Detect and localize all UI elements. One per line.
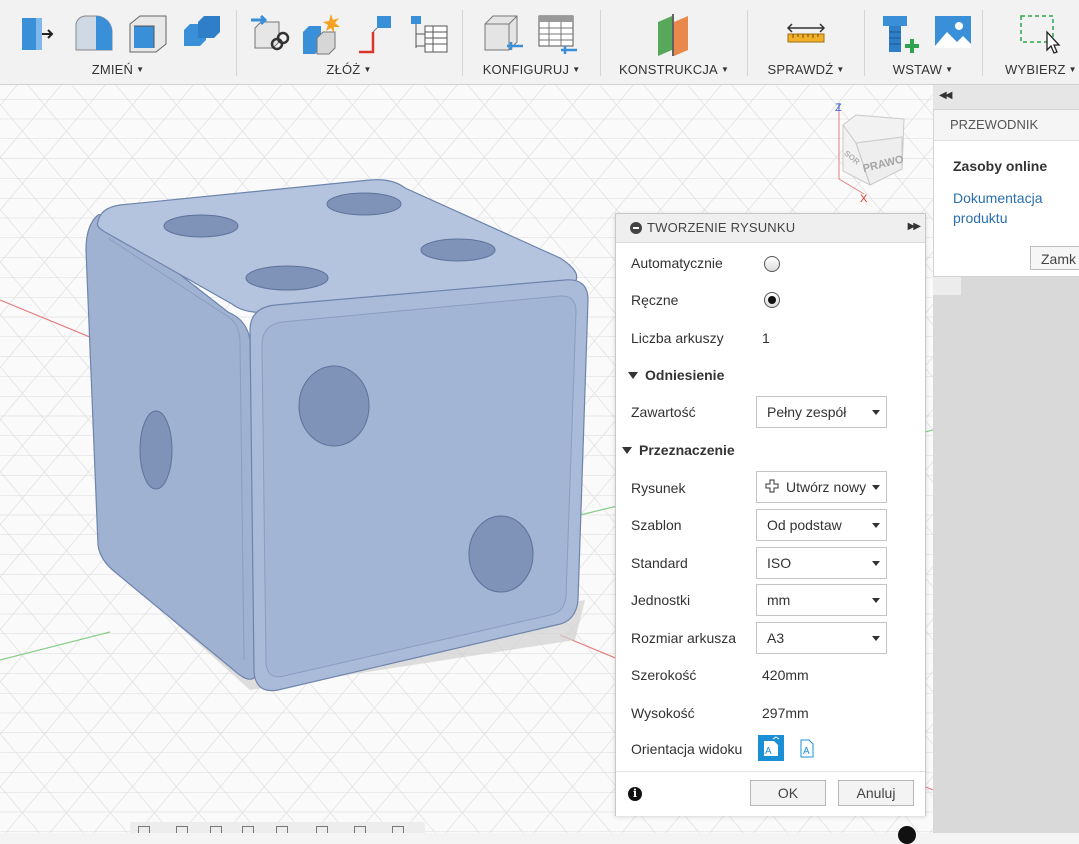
expand-dialog-icon[interactable]: ▶▶ bbox=[908, 221, 921, 232]
auto-label: Automatycznie bbox=[631, 255, 723, 271]
height-value: 297mm bbox=[762, 705, 809, 721]
guide-collapse-bar: ◀◀ bbox=[933, 85, 1079, 109]
select-group: WYBIERZ ▼ bbox=[983, 0, 1079, 84]
manual-label: Ręczne bbox=[631, 292, 679, 308]
contents-label: Zawartość bbox=[631, 404, 696, 420]
guide-title: Zasoby online bbox=[953, 158, 1048, 174]
orientation-landscape-button[interactable]: A bbox=[758, 735, 784, 761]
inspect-group: SPRAWDŹ ▼ bbox=[748, 0, 864, 84]
svg-text:A: A bbox=[765, 746, 772, 757]
portrait-page-icon: A bbox=[800, 739, 814, 758]
svg-text:A: A bbox=[803, 746, 810, 757]
units-label: Jednostki bbox=[631, 592, 691, 608]
insert-group: WSTAW ▼ bbox=[865, 0, 981, 84]
standard-label: Standard bbox=[631, 555, 688, 571]
chevron-down-icon bbox=[872, 485, 880, 490]
insert-mesh-icon[interactable] bbox=[879, 12, 923, 56]
drawing-label: Rysunek bbox=[631, 480, 686, 496]
joint-icon[interactable] bbox=[247, 12, 291, 56]
collapse-left-icon[interactable]: ◀◀ bbox=[939, 90, 952, 101]
insert-menu[interactable]: WSTAW ▼ bbox=[865, 62, 981, 77]
configuration-table-icon[interactable] bbox=[535, 12, 579, 56]
dialog-title: TWORZENIE RYSUNKU bbox=[647, 220, 796, 235]
display-settings-icon[interactable] bbox=[316, 826, 328, 833]
configure-body-icon[interactable] bbox=[481, 12, 525, 56]
construct-group: KONSTRUKCJA ▼ bbox=[601, 0, 747, 84]
side-panel-background bbox=[933, 277, 1079, 833]
chevron-down-icon bbox=[872, 561, 880, 566]
fit-icon[interactable] bbox=[276, 826, 288, 833]
viewcube-z-label: Z bbox=[835, 102, 842, 114]
documentation-link[interactable]: Dokumentacja produktu bbox=[953, 188, 1073, 228]
viewports-icon[interactable] bbox=[392, 826, 404, 833]
sheet-size-dropdown[interactable]: A3 bbox=[756, 622, 887, 654]
drawing-dropdown[interactable]: Utwórz nowy bbox=[756, 471, 887, 503]
width-label: Szerokość bbox=[631, 667, 697, 683]
as-built-joint-icon[interactable] bbox=[299, 12, 343, 56]
zoom-icon[interactable] bbox=[242, 826, 254, 833]
chevron-down-icon bbox=[872, 598, 880, 603]
units-dropdown[interactable]: mm bbox=[756, 584, 887, 616]
ok-button[interactable]: OK bbox=[750, 780, 826, 806]
status-indicator-icon bbox=[898, 826, 916, 844]
modify-menu[interactable]: ZMIEŃ ▼ bbox=[0, 62, 236, 77]
navigation-bar bbox=[130, 822, 425, 833]
assemble-group: ZŁÓŻ ▼ bbox=[237, 0, 461, 84]
collapse-triangle-icon bbox=[628, 372, 638, 379]
select-icon[interactable] bbox=[1017, 12, 1061, 56]
insert-image-icon[interactable] bbox=[931, 12, 975, 56]
orientation-label: Orientacja widoku bbox=[631, 741, 743, 757]
construction-plane-icon[interactable] bbox=[652, 12, 696, 56]
guide-panel: PRZEWODNIK Zasoby online Dokumentacja pr… bbox=[933, 109, 1079, 277]
contents-dropdown[interactable]: Pełny zespół bbox=[756, 396, 887, 428]
combine-icon[interactable] bbox=[180, 12, 224, 56]
dialog-header: TWORZENIE RYSUNKU ▶▶ bbox=[616, 214, 925, 243]
sheet-size-label: Rozmiar arkusza bbox=[631, 630, 737, 646]
toolbar: ZMIEŃ ▼ ZŁÓŻ ▼ KONFIGURUJ ▼ KONSTRUKCJA … bbox=[0, 0, 1079, 85]
press-pull-icon[interactable] bbox=[16, 12, 60, 56]
width-value: 420mm bbox=[762, 667, 809, 683]
measure-icon[interactable] bbox=[784, 12, 828, 56]
fillet-icon[interactable] bbox=[72, 12, 116, 56]
orbit-icon[interactable] bbox=[138, 826, 150, 833]
orientation-portrait-button[interactable]: A bbox=[794, 735, 820, 761]
chevron-down-icon bbox=[872, 636, 880, 641]
destination-section[interactable]: Przeznaczenie bbox=[622, 442, 735, 458]
pan-icon[interactable] bbox=[210, 826, 222, 833]
standard-dropdown[interactable]: ISO bbox=[756, 547, 887, 579]
inspect-menu[interactable]: SPRAWDŹ ▼ bbox=[748, 62, 864, 77]
cancel-button[interactable]: Anuluj bbox=[838, 780, 914, 806]
construct-menu[interactable]: KONSTRUKCJA ▼ bbox=[601, 62, 747, 77]
info-icon[interactable]: i bbox=[628, 787, 642, 801]
landscape-page-icon: A bbox=[764, 736, 780, 757]
viewcube-x-label: X bbox=[860, 193, 868, 205]
view-cube[interactable]: Z X PRAWO SOR bbox=[826, 99, 910, 207]
template-label: Szablon bbox=[631, 517, 682, 533]
template-dropdown[interactable]: Od podstaw bbox=[756, 509, 887, 541]
reference-section[interactable]: Odniesienie bbox=[628, 367, 724, 383]
sheets-value: 1 bbox=[762, 330, 770, 346]
grid-settings-icon[interactable] bbox=[354, 826, 366, 833]
select-menu[interactable]: WYBIERZ ▼ bbox=[1005, 62, 1079, 77]
manual-radio[interactable] bbox=[764, 292, 780, 308]
shell-icon[interactable] bbox=[126, 12, 170, 56]
auto-radio[interactable] bbox=[764, 256, 780, 272]
configure-menu[interactable]: KONFIGURUJ ▼ bbox=[463, 62, 600, 77]
create-drawing-dialog: TWORZENIE RYSUNKU ▶▶ Automatycznie Ręczn… bbox=[615, 213, 926, 816]
guide-header: PRZEWODNIK bbox=[934, 110, 1079, 141]
collapse-dialog-icon[interactable] bbox=[630, 222, 642, 234]
plus-icon bbox=[765, 479, 779, 493]
sheets-label: Liczba arkuszy bbox=[631, 330, 724, 346]
look-at-icon[interactable] bbox=[176, 826, 188, 833]
joint-origin-icon[interactable] bbox=[353, 12, 397, 56]
height-label: Wysokość bbox=[631, 705, 695, 721]
chevron-down-icon bbox=[872, 523, 880, 528]
bill-of-materials-icon[interactable] bbox=[407, 12, 451, 56]
assemble-menu[interactable]: ZŁÓŻ ▼ bbox=[237, 62, 461, 77]
modify-group: ZMIEŃ ▼ bbox=[0, 0, 236, 84]
collapse-triangle-icon bbox=[622, 447, 632, 454]
chevron-down-icon bbox=[872, 410, 880, 415]
configure-group: KONFIGURUJ ▼ bbox=[463, 0, 600, 84]
guide-close-button[interactable]: Zamk bbox=[1030, 246, 1079, 270]
